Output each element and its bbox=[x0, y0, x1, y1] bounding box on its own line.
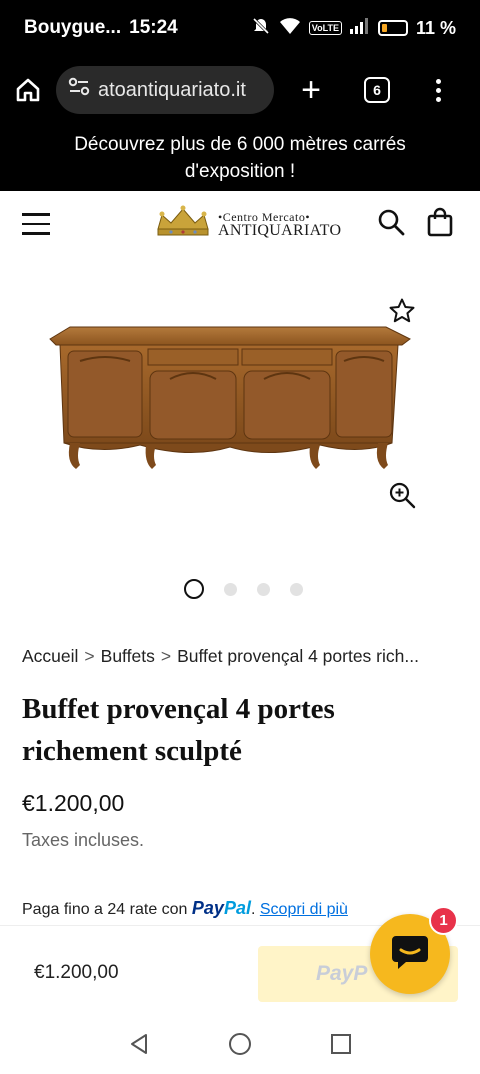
browser-toolbar: atoantiquariato.it + 6 bbox=[0, 56, 480, 124]
cart-bag-icon[interactable] bbox=[427, 207, 453, 242]
site-header: •Centro Mercato• ANTIQUARIATO bbox=[0, 191, 480, 257]
logo-line-2: ANTIQUARIATO bbox=[218, 222, 342, 239]
back-icon[interactable] bbox=[128, 1032, 150, 1061]
new-tab-icon[interactable]: + bbox=[296, 71, 326, 110]
paypal-logo-pay: Pay bbox=[191, 898, 224, 918]
url-text: atoantiquariato.it bbox=[98, 78, 246, 101]
learn-more-link[interactable]: Scopri di più bbox=[260, 901, 348, 918]
breadcrumb-current: Buffet provençal 4 portes rich... bbox=[177, 646, 419, 666]
paypal-installments-message: Paga fino a 24 rate con PayPal. Scopri d… bbox=[22, 898, 348, 919]
gallery-dot-1[interactable] bbox=[183, 579, 204, 599]
logo-text: •Centro Mercato• ANTIQUARIATO bbox=[218, 210, 342, 239]
gallery-dot-2[interactable] bbox=[223, 582, 237, 596]
site-logo[interactable]: •Centro Mercato• ANTIQUARIATO bbox=[154, 205, 341, 244]
status-icons: VoLTE 11 % bbox=[251, 16, 456, 41]
battery-icon bbox=[377, 20, 408, 36]
product-title: Buffet provençal 4 portes richement scul… bbox=[22, 693, 335, 767]
zoom-in-icon[interactable] bbox=[388, 481, 416, 514]
menu-icon[interactable] bbox=[22, 213, 50, 235]
product-image[interactable] bbox=[40, 317, 416, 487]
announcement-bar: Découvrez plus de 6 000 mètres carrés d'… bbox=[0, 124, 480, 191]
recents-icon[interactable] bbox=[330, 1033, 352, 1060]
volte-badge: VoLTE bbox=[308, 21, 342, 35]
mute-icon bbox=[251, 16, 271, 41]
battery-level: 11 % bbox=[415, 17, 456, 38]
breadcrumb-separator: > bbox=[160, 646, 172, 666]
paypal-message-text: Paga fino a 24 rate con bbox=[22, 901, 188, 918]
taxes-note: Taxes incluses. bbox=[22, 830, 145, 850]
home-circle-icon[interactable] bbox=[228, 1032, 252, 1061]
paypal-logo: PayPal bbox=[192, 898, 251, 918]
status-bar: Bouygue... 15:24 VoLTE 11 % bbox=[0, 0, 480, 56]
sticky-price: €1.200,00 bbox=[34, 962, 119, 983]
crown-icon bbox=[154, 205, 212, 244]
breadcrumb-category-link[interactable]: Buffets bbox=[101, 646, 155, 667]
breadcrumb-home-link[interactable]: Accueil bbox=[22, 646, 78, 667]
paypal-period: . bbox=[250, 901, 256, 918]
gallery-dot-4[interactable] bbox=[289, 582, 303, 596]
address-bar[interactable]: atoantiquariato.it bbox=[56, 66, 274, 114]
carrier-name: Bouygue... bbox=[24, 17, 122, 38]
system-navigation-bar bbox=[0, 1018, 480, 1074]
clock: 15:24 bbox=[129, 17, 178, 38]
more-menu-icon[interactable] bbox=[428, 78, 448, 102]
site-settings-icon[interactable] bbox=[68, 77, 90, 103]
paypal-logo-pal: Pal bbox=[223, 898, 251, 918]
chat-bubble-icon bbox=[390, 933, 430, 976]
breadcrumb: Accueil > Buffets > Buffet provençal 4 p… bbox=[22, 646, 462, 667]
tab-switcher-button[interactable]: 6 bbox=[364, 77, 390, 103]
gallery-pagination bbox=[0, 579, 480, 599]
chat-notification-badge: 1 bbox=[429, 906, 458, 935]
signal-icon bbox=[349, 17, 370, 39]
search-icon[interactable] bbox=[377, 208, 405, 241]
gallery-dot-3[interactable] bbox=[256, 582, 270, 596]
wifi-icon bbox=[279, 17, 301, 40]
breadcrumb-separator: > bbox=[84, 646, 95, 666]
product-gallery[interactable] bbox=[0, 257, 480, 607]
home-icon[interactable] bbox=[14, 76, 42, 104]
product-price: €1.200,00 bbox=[22, 790, 125, 816]
